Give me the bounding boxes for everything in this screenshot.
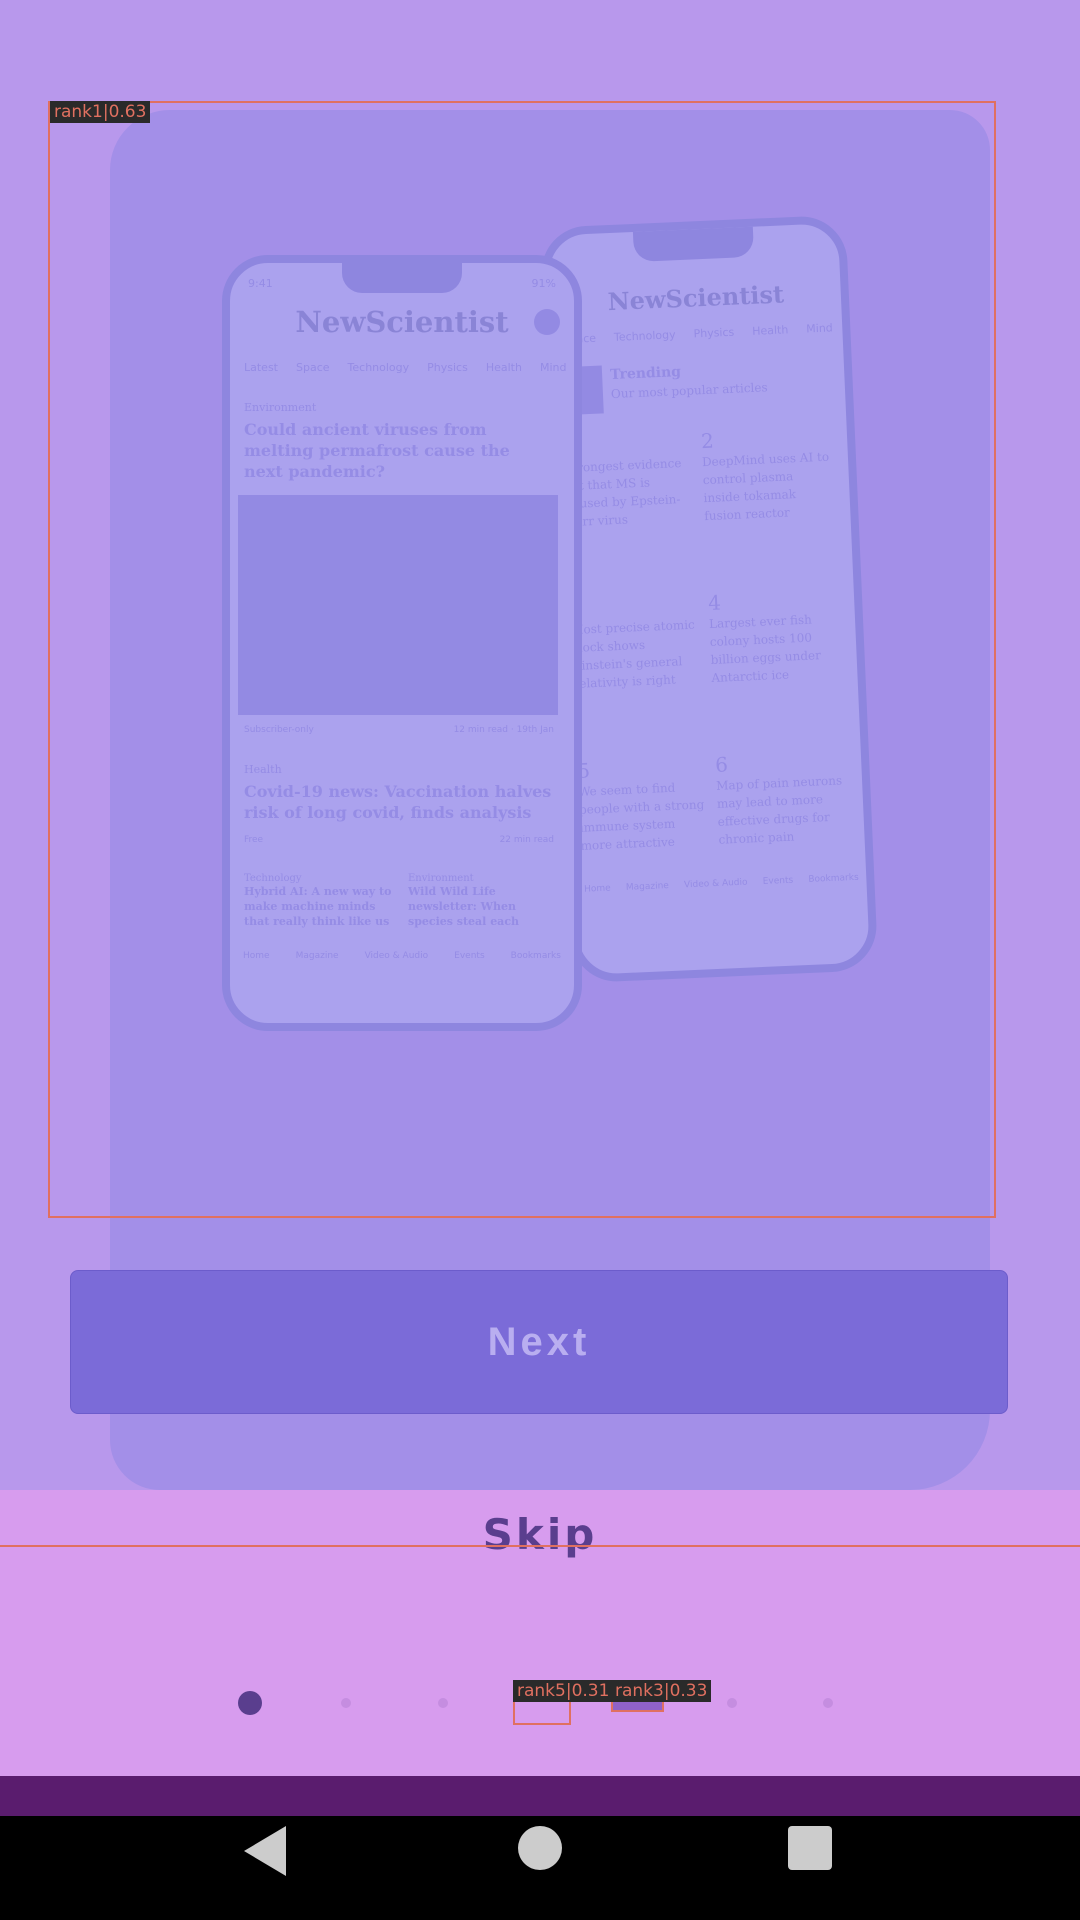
hero-rank-tag: rank1|0.63 <box>50 101 151 123</box>
nav-label: Events <box>762 875 794 887</box>
tab-label: Technology <box>347 361 410 374</box>
trending-item-title: Largest ever fish colony hosts 100 billi… <box>708 612 822 685</box>
article-card: Environment Wild Wild Life newsletter: W… <box>408 873 558 933</box>
nav-label: Bookmarks <box>510 951 561 961</box>
trending-item-title: DeepMind uses AI to control plasma insid… <box>701 449 830 524</box>
trending-title: Trending <box>609 364 682 384</box>
indicator-rank-tag: rank5|0.31 <box>513 1680 614 1702</box>
phone-back: NewScientist Space Technology Physics He… <box>539 214 879 984</box>
article-section: Environment <box>244 401 317 414</box>
nav-label: Video & Audio <box>364 951 429 961</box>
phone-notch <box>342 263 462 293</box>
divider-line <box>0 1545 1080 1547</box>
article-section: Environment <box>408 873 474 884</box>
trending-item: 3 Most precise atomic clock shows Einste… <box>570 591 704 746</box>
tab-label: Health <box>751 323 789 338</box>
back-bottom-nav: Home Magazine Video & Audio Events Bookm… <box>576 872 866 895</box>
next-button[interactable]: Next <box>70 1270 1008 1414</box>
tab-label: Mind <box>806 321 834 336</box>
app-bottom-bar <box>0 1776 1080 1816</box>
nav-label: Video & Audio <box>683 877 748 891</box>
trending-item: 1 Strongest evidence yet that MS is caus… <box>563 430 697 585</box>
account-icon <box>534 309 560 335</box>
article-tag: Free <box>244 835 264 845</box>
nav-label: Home <box>243 951 270 961</box>
tab-label: Latest <box>244 361 278 374</box>
nav-label: Events <box>454 951 485 961</box>
phone-notch <box>632 224 755 262</box>
nav-label: Magazine <box>625 881 670 893</box>
article-readtime: 12 min read · 19th Jan <box>453 725 554 735</box>
back-icon[interactable] <box>244 1826 286 1876</box>
article-title: Could ancient viruses from melting perma… <box>244 420 510 481</box>
trending-item-title: Map of pain neurons may lead to more eff… <box>715 773 843 847</box>
article-image <box>238 495 558 715</box>
page-dot[interactable] <box>341 1698 351 1708</box>
tab-label: Technology <box>613 328 676 344</box>
hero-illustration: rank1|0.63 NewScientist Space Technology… <box>48 101 996 1218</box>
brand-logo: NewScientist <box>607 279 785 317</box>
article-tag: Subscriber-only <box>244 725 314 735</box>
status-time: 9:41 <box>248 277 273 290</box>
status-battery: 91% <box>531 277 556 290</box>
tab-label: Physics <box>427 361 468 374</box>
article-meta: Free 22 min read <box>244 835 554 845</box>
trending-item-title: We seem to find people with a strong imm… <box>577 780 705 853</box>
article-section: Technology <box>244 873 302 884</box>
nav-label: Bookmarks <box>808 872 859 885</box>
indicator-rank-tag: rank3|0.33 <box>611 1680 712 1702</box>
tab-label: Physics <box>693 325 735 341</box>
article-readtime: 22 min read <box>499 835 554 845</box>
page-dot[interactable] <box>238 1691 262 1715</box>
trending-item: 5 We seem to find people with a strong i… <box>577 753 710 868</box>
phone-front: 9:41 91% NewScientist Latest Space Techn… <box>222 255 582 1031</box>
page-dot[interactable] <box>438 1698 448 1708</box>
trending-item: 4 Largest ever fish colony hosts 100 bil… <box>708 585 842 740</box>
tab-label: Space <box>296 361 330 374</box>
article-title: Hybrid AI: A new way to make machine min… <box>244 885 392 928</box>
skip-button[interactable]: Skip <box>0 1510 1080 1559</box>
article-meta: Subscriber-only 12 min read · 19th Jan <box>244 725 554 735</box>
article-section: Health <box>244 763 282 776</box>
page-dot[interactable] <box>727 1698 737 1708</box>
trending-item: 6 Map of pain neurons may lead to more e… <box>715 747 848 862</box>
nav-label: Magazine <box>295 951 339 961</box>
recents-icon[interactable] <box>788 1826 832 1870</box>
trending-item: 2 DeepMind uses AI to control plasma ins… <box>701 424 835 579</box>
back-tabs: Space Technology Physics Health Mind <box>562 321 833 346</box>
article-title: Wild Wild Life newsletter: When species … <box>408 885 520 928</box>
front-bottom-nav: Home Magazine Video & Audio Events Bookm… <box>230 951 574 961</box>
brand-logo: NewScientist <box>295 305 509 339</box>
trending-item-title: Strongest evidence yet that MS is caused… <box>563 456 682 530</box>
trending-item-title: Most precise atomic clock shows Einstein… <box>570 617 696 691</box>
front-tabs: Latest Space Technology Physics Health M… <box>244 361 566 374</box>
trending-grid: 1 Strongest evidence yet that MS is caus… <box>563 423 843 853</box>
tab-label: Mind <box>539 361 567 374</box>
nav-label: Home <box>583 883 611 895</box>
trending-subtitle: Our most popular articles <box>610 380 768 402</box>
home-icon[interactable] <box>518 1826 562 1870</box>
tab-label: Health <box>485 361 522 374</box>
page-dot[interactable] <box>823 1698 833 1708</box>
article-title: Covid-19 news: Vaccination halves risk o… <box>244 782 552 822</box>
page-indicator: rank5|0.31 rank3|0.33 <box>0 1680 1080 1725</box>
article-card: Technology Hybrid AI: A new way to make … <box>244 873 394 933</box>
